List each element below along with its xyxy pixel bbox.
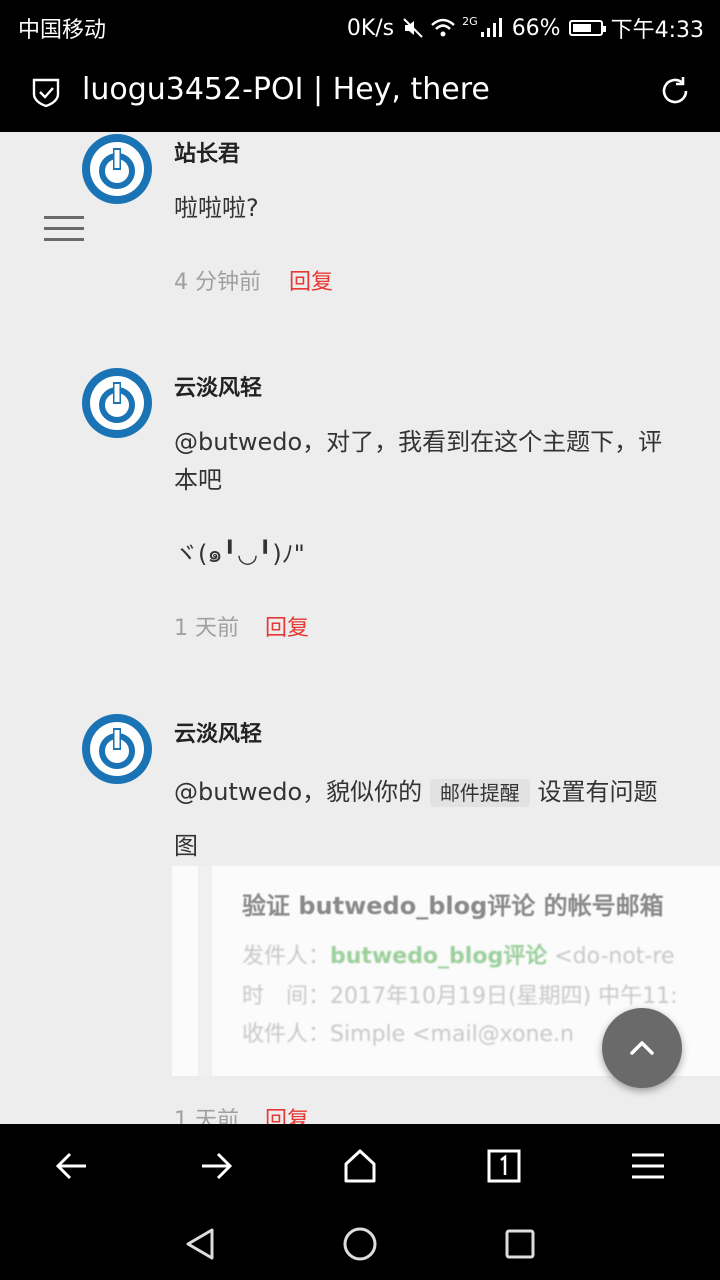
comment-text-before: @butwedo，貌似你的: [174, 778, 423, 806]
email-to: 收件人：Simple <mail@xone.n: [242, 1022, 574, 1047]
reply-link[interactable]: 回复: [265, 1102, 309, 1124]
browser-toolbar: luogu3452-POI | Hey, there: [0, 50, 720, 132]
inline-code-tag: 邮件提醒: [429, 779, 530, 807]
scroll-to-top-button[interactable]: [602, 1008, 682, 1088]
comment-time: 4 分钟前: [174, 270, 261, 295]
email-subject: 验证 butwedo_blog评论 的帐号邮箱: [242, 892, 664, 920]
chevron-up-icon: [630, 1041, 654, 1055]
comment-text-continued: 本吧: [174, 466, 222, 494]
network-type-label: 2G: [462, 14, 478, 28]
comment-text: @butwedo，对了，我看到在这个主题下，评: [174, 428, 663, 456]
battery-icon: [568, 20, 606, 36]
comment-time: 1 天前: [174, 1108, 239, 1124]
email-from: 发件人：butwedo_blog评论 <do-not-re: [242, 944, 675, 969]
battery-percent: 66%: [511, 15, 561, 41]
menu-lines-icon[interactable]: [628, 1146, 668, 1186]
circle-home-icon[interactable]: [342, 1226, 378, 1262]
comment-text-continued: 图: [174, 832, 198, 860]
home-icon[interactable]: [340, 1146, 380, 1186]
page-title: luogu3452-POI | Hey, there: [82, 72, 490, 107]
comment-text: @butwedo，貌似你的 邮件提醒 设置有问题: [174, 772, 657, 807]
comment-emoticon: ヾ(๑╹◡╹)ﾉ": [174, 540, 305, 568]
triangle-back-icon[interactable]: [182, 1226, 218, 1262]
clock: 下午4:33: [610, 18, 704, 43]
carrier-name: 中国移动: [18, 18, 107, 43]
page-content: 站长君 啦啦啦? 4 分钟前 回复 云淡风轻 @butwedo，对了，我看到在这…: [0, 132, 720, 1124]
comment-text: 啦啦啦?: [174, 194, 259, 222]
mute-icon: [403, 18, 423, 38]
reply-link[interactable]: 回复: [265, 610, 309, 642]
hamburger-menu-icon[interactable]: [44, 216, 84, 242]
wifi-icon: [431, 18, 455, 37]
browser-bottom-bar: [0, 1124, 720, 1210]
comment-text-after: 设置有问题: [537, 778, 658, 806]
avatar[interactable]: [82, 134, 152, 204]
forward-arrow-icon[interactable]: [196, 1146, 236, 1186]
network-speed: 0K/s: [346, 15, 395, 41]
comment-author[interactable]: 站长君: [174, 136, 240, 168]
email-date: 时 间：2017年10月19日(星期四) 中午11:: [242, 984, 678, 1009]
reply-link[interactable]: 回复: [289, 264, 333, 296]
signal-icon: [480, 18, 502, 37]
comment-time: 1 天前: [174, 616, 239, 641]
back-arrow-icon[interactable]: [52, 1146, 92, 1186]
avatar[interactable]: [82, 368, 152, 438]
refresh-icon[interactable]: [658, 74, 692, 108]
comment-author[interactable]: 云淡风轻: [174, 716, 262, 748]
square-recents-icon[interactable]: [502, 1226, 538, 1262]
system-navigation-bar: [0, 1210, 720, 1280]
shield-check-icon[interactable]: [30, 76, 62, 108]
comment-author[interactable]: 云淡风轻: [174, 370, 262, 402]
avatar[interactable]: [82, 714, 152, 784]
status-bar: 中国移动 0K/s 2G 66% 下午4:33: [0, 0, 720, 50]
tabs-icon[interactable]: [484, 1146, 524, 1186]
